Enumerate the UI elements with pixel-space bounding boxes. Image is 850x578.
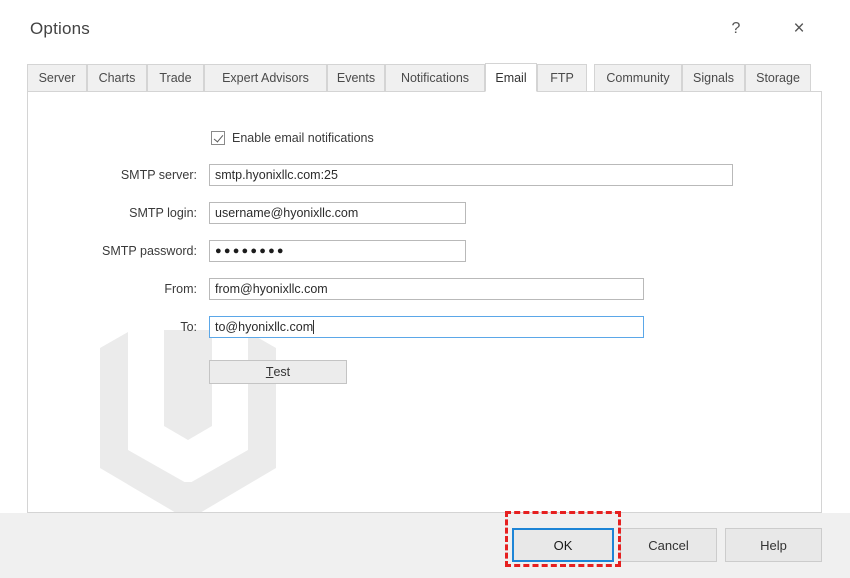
tab-signals[interactable]: Signals (682, 64, 745, 92)
tab-expert-advisors[interactable]: Expert Advisors (204, 64, 327, 92)
tab-trade[interactable]: Trade (147, 64, 204, 92)
smtp-server-label: SMTP server: (120, 168, 197, 182)
test-button-accel: T (265, 365, 274, 379)
title-bar: Options ? × (0, 0, 850, 58)
enable-email-notifications-label: Enable email notifications (232, 131, 374, 145)
page-title: Options (30, 19, 90, 38)
checkbox-checked-icon[interactable] (211, 131, 225, 145)
test-button-label: est (273, 365, 291, 379)
smtp-password-value: ●●●●●●●● (215, 245, 286, 257)
from-value: from@hyonixllc.com (215, 282, 328, 296)
smtp-server-input[interactable]: smtp.hyonixllc.com:25 (209, 164, 733, 186)
help-button[interactable]: Help (725, 528, 822, 562)
dialog-footer: OK Cancel Help (0, 513, 850, 578)
field-row-from: From: from@hyonixllc.com (28, 278, 644, 300)
enable-email-notifications-row[interactable]: Enable email notifications (211, 131, 374, 145)
tab-email[interactable]: Email (485, 63, 537, 92)
test-button[interactable]: Test (209, 360, 347, 384)
smtp-login-input[interactable]: username@hyonixllc.com (209, 202, 466, 224)
tab-community[interactable]: Community (594, 64, 682, 92)
smtp-password-label: SMTP password: (102, 244, 197, 258)
question-mark-icon[interactable]: ? (719, 14, 753, 44)
tab-charts[interactable]: Charts (87, 64, 147, 92)
tab-server[interactable]: Server (27, 64, 87, 92)
email-settings-panel: Enable email notifications SMTP server: s… (27, 91, 822, 513)
tab-notifications[interactable]: Notifications (385, 64, 485, 92)
from-input[interactable]: from@hyonixllc.com (209, 278, 644, 300)
ok-button[interactable]: OK (512, 528, 614, 562)
to-input[interactable]: to@hyonixllc.com (209, 316, 644, 338)
smtp-server-value: smtp.hyonixllc.com:25 (215, 168, 338, 182)
tab-ftp[interactable]: FTP (537, 64, 587, 92)
from-label: From: (164, 282, 197, 296)
options-dialog: Options ? × Server Charts Trade Expert Advi… (0, 0, 850, 578)
company-logo-watermark (100, 330, 276, 512)
text-caret (313, 320, 315, 334)
close-icon[interactable]: × (782, 14, 816, 44)
to-value: to@hyonixllc.com (215, 320, 314, 334)
field-row-smtp-login: SMTP login: username@hyonixllc.com (28, 202, 466, 224)
tab-strip: Server Charts Trade Expert Advisors Events No… (27, 63, 822, 92)
tab-storage[interactable]: Storage (745, 64, 811, 92)
field-row-smtp-password: SMTP password: ●●●●●●●● (28, 240, 466, 262)
smtp-login-label: SMTP login: (129, 206, 197, 220)
field-row-to: To: to@hyonixllc.com (28, 316, 644, 338)
smtp-password-input[interactable]: ●●●●●●●● (209, 240, 466, 262)
field-row-smtp-server: SMTP server: smtp.hyonixllc.com:25 (28, 164, 733, 186)
tab-events[interactable]: Events (327, 64, 385, 92)
to-label: To: (180, 320, 197, 334)
cancel-button[interactable]: Cancel (620, 528, 717, 562)
smtp-login-value: username@hyonixllc.com (215, 206, 359, 220)
